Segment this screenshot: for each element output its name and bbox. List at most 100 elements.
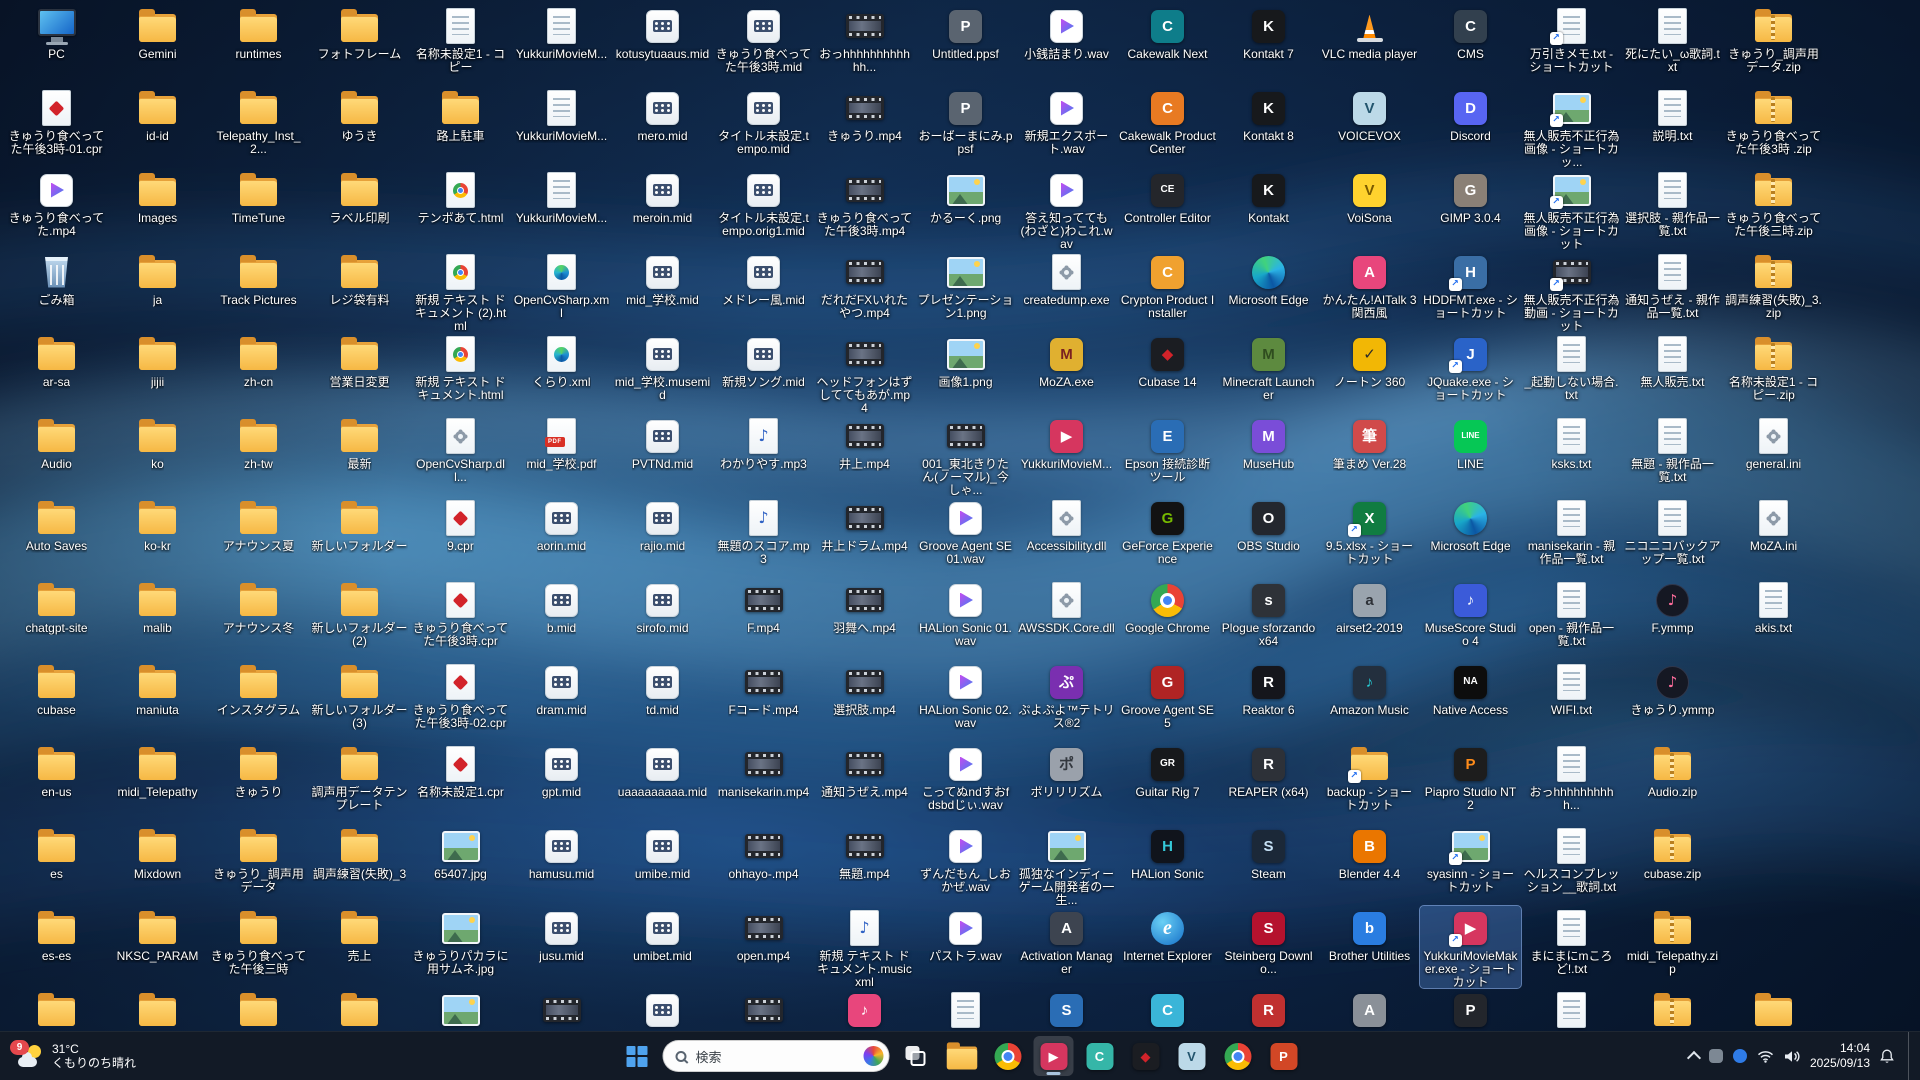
desktop-icon[interactable]: TimeTune (208, 168, 309, 250)
desktop-icon[interactable]: きゅうり食べってた.mp4 (6, 168, 107, 250)
desktop-icon[interactable] (6, 988, 107, 1032)
desktop-icon[interactable]: ↗ 無人販売不正行為画像 - ショートカット (1521, 168, 1622, 250)
desktop-icon[interactable]: YukkuriMovieM... (511, 86, 612, 168)
desktop-icon[interactable]: chatgpt-site (6, 578, 107, 660)
desktop-icon[interactable]: インスタグラム (208, 660, 309, 742)
desktop-icon[interactable]: ♪ (814, 988, 915, 1032)
desktop-icon[interactable]: タイトル未設定.tempo.mid (713, 86, 814, 168)
desktop-icon[interactable]: open.mp4 (713, 906, 814, 988)
desktop-icon[interactable]: midi_Telepathy (107, 742, 208, 824)
desktop-icon[interactable]: ohhayo-.mp4 (713, 824, 814, 906)
desktop-icon[interactable]: s Plogue sforzando x64 (1218, 578, 1319, 660)
desktop-icon[interactable]: Images (107, 168, 208, 250)
desktop-icon[interactable]: K Kontakt 7 (1218, 4, 1319, 86)
desktop-icon[interactable]: HALion Sonic 02.wav (915, 660, 1016, 742)
desktop-icon[interactable]: ♪ きゅうり.ymmp (1622, 660, 1723, 742)
desktop-icon[interactable]: 無題 - 親作品一覧.txt (1622, 414, 1723, 496)
desktop-icon[interactable]: メドレー風.mid (713, 250, 814, 332)
desktop-icon[interactable]: 名称未設定1.cpr (410, 742, 511, 824)
taskbar-google-chrome[interactable] (988, 1036, 1028, 1076)
weather-widget[interactable]: 9 31°C くもりのち晴れ (8, 1032, 146, 1080)
desktop-icon[interactable]: H ↗ HDDFMT.exe - ショートカット (1420, 250, 1521, 332)
desktop-icon[interactable]: NKSC_PARAM (107, 906, 208, 988)
desktop-icon[interactable]: P おーばーまにみ.ppsf (915, 86, 1016, 168)
desktop-icon[interactable]: ↗ syasinn - ショートカット (1420, 824, 1521, 906)
desktop-icon[interactable]: 新しいフォルダー (309, 496, 410, 578)
desktop-icon[interactable]: mid_学校.mid (612, 250, 713, 332)
desktop-icon[interactable]: Microsoft Edge (1420, 496, 1521, 578)
desktop-icon[interactable]: きゅうり_調声用データ.zip (1723, 4, 1824, 86)
desktop-icon[interactable]: Gemini (107, 4, 208, 86)
desktop-icon[interactable]: maniuta (107, 660, 208, 742)
desktop-icon[interactable]: G Groove Agent SE 5 (1117, 660, 1218, 742)
desktop-icon[interactable]: まにまにmころど!.txt (1521, 906, 1622, 988)
desktop-icon[interactable]: 答え知ってても(わざと)わこれ.wav (1016, 168, 1117, 250)
tray-app-icon-1[interactable] (1708, 1049, 1723, 1063)
desktop-icon[interactable]: NA Native Access (1420, 660, 1521, 742)
desktop-icon[interactable]: createdump.exe (1016, 250, 1117, 332)
desktop-icon[interactable]: 001_東北きりたん(ノーマル)_今しゃ... (915, 414, 1016, 496)
desktop-icon[interactable]: OpenCvSharp.xml (511, 250, 612, 332)
desktop-icon[interactable]: rajio.mid (612, 496, 713, 578)
taskbar-powerpoint[interactable]: P (1264, 1036, 1304, 1076)
desktop-icon[interactable]: だれだFXいれたやつ.mp4 (814, 250, 915, 332)
desktop-icon[interactable]: manisekarin - 親作品一覧.txt (1521, 496, 1622, 578)
desktop-icon[interactable]: 筆筆まめ Ver.28 (1319, 414, 1420, 496)
desktop-icon[interactable]: Fコード.mp4 (713, 660, 814, 742)
desktop-icon[interactable]: Microsoft Edge (1218, 250, 1319, 332)
taskbar-voicevox[interactable]: V (1172, 1036, 1212, 1076)
desktop-icon[interactable]: ♪ Amazon Music (1319, 660, 1420, 742)
desktop-icon[interactable]: gpt.mid (511, 742, 612, 824)
taskbar-chrome-profile[interactable] (1218, 1036, 1258, 1076)
desktop-icon[interactable]: プレゼンテーション1.png (915, 250, 1016, 332)
desktop-icon[interactable]: X ↗ 9.5.xlsx - ショートカット (1319, 496, 1420, 578)
desktop-icon[interactable]: umibe.mid (612, 824, 713, 906)
desktop-icon[interactable]: general.ini (1723, 414, 1824, 496)
desktop-icon[interactable]: S Steinberg Downlo... (1218, 906, 1319, 988)
desktop-icon[interactable]: PVTNd.mid (612, 414, 713, 496)
desktop-icon[interactable]: ar-sa (6, 332, 107, 414)
desktop-icon[interactable]: AWSSDK.Core.dll (1016, 578, 1117, 660)
desktop-icon[interactable]: 新しいフォルダー (3) (309, 660, 410, 742)
desktop-icon[interactable]: 調声練習(失敗)_3.zip (1723, 250, 1824, 332)
desktop-icon[interactable]: ja (107, 250, 208, 332)
desktop-icon[interactable]: テンポあて.html (410, 168, 511, 250)
desktop-icon[interactable]: タイトル未設定.tempo.orig1.mid (713, 168, 814, 250)
desktop-icon[interactable]: 名称未設定1 - コピー.zip (1723, 332, 1824, 414)
volume-icon[interactable] (1784, 1050, 1800, 1063)
desktop-icon[interactable]: aorin.mid (511, 496, 612, 578)
desktop-icon[interactable]: ♪ わかりやす.mp3 (713, 414, 814, 496)
desktop-icon[interactable]: 65407.jpg (410, 824, 511, 906)
desktop-icon[interactable]: S Steam (1218, 824, 1319, 906)
desktop-icon[interactable]: ko-kr (107, 496, 208, 578)
desktop-icon[interactable]: uaaaaaaaaa.mid (612, 742, 713, 824)
desktop-icon[interactable]: V VOICEVOX (1319, 86, 1420, 168)
taskbar-task-view[interactable] (896, 1036, 936, 1076)
desktop-icon[interactable]: きゅうり食べってた午後三時.zip (1723, 168, 1824, 250)
desktop-icon[interactable]: くらり.xml (511, 332, 612, 414)
desktop-icon[interactable]: きゅうり (208, 742, 309, 824)
desktop-icon[interactable]: きゅうり食べってた午後3時.cpr (410, 578, 511, 660)
search-box[interactable]: 検索 (662, 1040, 890, 1072)
desktop-icon[interactable] (107, 988, 208, 1032)
desktop-icon[interactable]: b Brother Utilities (1319, 906, 1420, 988)
desktop-icon[interactable]: レジ袋有料 (309, 250, 410, 332)
desktop-icon[interactable]: ヘッドフォンはずしててもあが.mp4 (814, 332, 915, 414)
show-desktop-button[interactable] (1908, 1032, 1914, 1080)
desktop-icon[interactable]: GR Guitar Rig 7 (1117, 742, 1218, 824)
desktop-icon[interactable]: C (1117, 988, 1218, 1032)
desktop-icon[interactable]: おっhhhhhhhhhh... (1521, 742, 1622, 824)
desktop-icon[interactable]: ぷぷよぷよ™テトリス®2 (1016, 660, 1117, 742)
desktop-icon[interactable]: PDF mid_学校.pdf (511, 414, 612, 496)
desktop-icon[interactable]: こってぬndすおf dsbdじぃ.wav (915, 742, 1016, 824)
desktop-icon[interactable]: 新規 テキスト ドキュメント.html (410, 332, 511, 414)
desktop-icon[interactable]: ずんだもん_しおかぜ.wav (915, 824, 1016, 906)
desktop-icon[interactable]: きゅうり.mp4 (814, 86, 915, 168)
desktop-icon[interactable]: Accessibility.dll (1016, 496, 1117, 578)
desktop-icon[interactable]: hamusu.mid (511, 824, 612, 906)
desktop-icon[interactable]: きゅうり食べってた午後3時.mid (713, 4, 814, 86)
desktop-icon[interactable]: P (1420, 988, 1521, 1032)
desktop-icon[interactable]: O OBS Studio (1218, 496, 1319, 578)
desktop-icon[interactable]: ♪ MuseScore Studio 4 (1420, 578, 1521, 660)
desktop-icon[interactable]: きゅうり_調声用データ (208, 824, 309, 906)
